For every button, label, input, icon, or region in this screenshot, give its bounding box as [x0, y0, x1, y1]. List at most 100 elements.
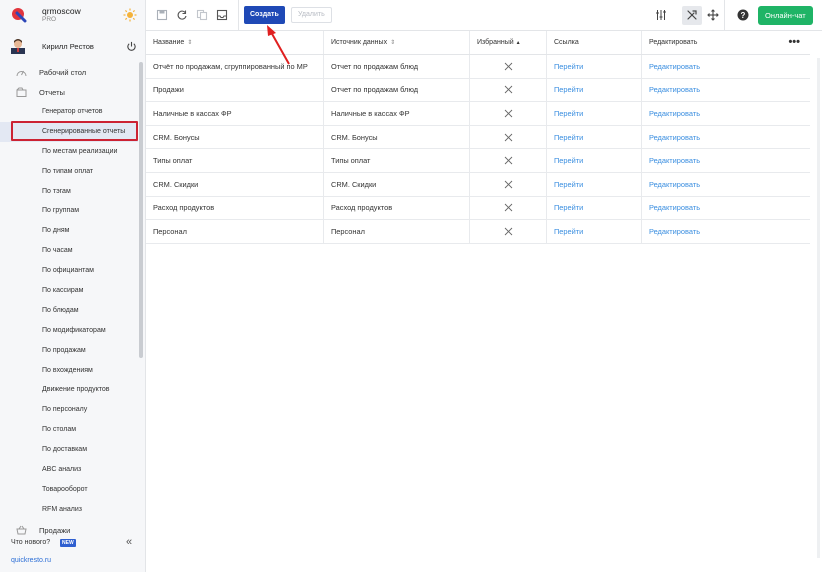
brand-plan: PRO — [42, 16, 57, 23]
submenu-item-by-hours[interactable]: По часам — [0, 241, 138, 261]
not-favorite-x-icon[interactable] — [504, 133, 513, 142]
submenu-item-by-waiters[interactable]: По официантам — [0, 261, 138, 281]
submenu-item-by-entries[interactable]: По вхождениям — [0, 361, 138, 381]
create-button[interactable]: Создать — [244, 6, 285, 24]
svg-text:?: ? — [741, 11, 746, 20]
cell-link: Перейти — [547, 78, 642, 102]
nav-item-label: Отчеты — [39, 88, 65, 97]
submenu-item-by-staff[interactable]: По персоналу — [0, 400, 138, 420]
cell-link: Перейти — [547, 125, 642, 149]
edit-report-link[interactable]: Редактировать — [649, 156, 700, 165]
submenu-item-by-groups[interactable]: По группам — [0, 201, 138, 221]
cell-name: Наличные в кассах ФР — [146, 102, 324, 125]
content-scrollbar[interactable] — [817, 58, 820, 558]
sidebar-footer: Что нового? NEW « quickresto.ru — [0, 536, 146, 572]
submenu-item-rfm-analysis[interactable]: RFM анализ — [0, 500, 138, 520]
open-report-link[interactable]: Перейти — [554, 227, 583, 236]
not-favorite-x-icon[interactable] — [504, 227, 513, 236]
cell-name: Продажи — [146, 78, 324, 102]
reports-icon — [16, 87, 27, 97]
submenu-item-by-days[interactable]: По дням — [0, 221, 138, 241]
table-row[interactable]: Расход продуктов Расход продуктов Перейти Р… — [146, 196, 810, 221]
reports-submenu: Генератор отчетов Сгенерированные отчеты… — [0, 102, 138, 520]
not-favorite-x-icon[interactable] — [504, 156, 513, 165]
submenu-item-by-sales-points[interactable]: По местам реализации — [0, 142, 138, 162]
submenu-item-product-movement[interactable]: Движение продуктов — [0, 380, 138, 400]
cell-name: CRM. Скидки — [146, 172, 324, 196]
edit-report-link[interactable]: Редактировать — [649, 133, 700, 142]
table-row[interactable]: CRM. Бонусы CRM. Бонусы Перейти Редактирова… — [146, 125, 810, 150]
refresh-icon[interactable] — [176, 9, 188, 21]
table-row[interactable]: CRM. Скидки CRM. Скидки Перейти Редактирова… — [146, 172, 810, 197]
submenu-item-by-tables[interactable]: По столам — [0, 420, 138, 440]
submenu-item-generated-reports[interactable]: Сгенерированные отчеты — [0, 121, 138, 142]
not-favorite-x-icon[interactable] — [504, 85, 513, 94]
help-icon[interactable]: ? — [737, 9, 749, 21]
edit-report-link[interactable]: Редактировать — [649, 180, 700, 189]
submenu-item-by-cashiers[interactable]: По кассирам — [0, 281, 138, 301]
user-profile[interactable]: Кирилл Рестов — [0, 36, 146, 58]
not-favorite-x-icon[interactable] — [504, 62, 513, 71]
whats-new-link[interactable]: Что нового? — [11, 539, 50, 546]
submenu-item-by-tags[interactable]: По тэгам — [0, 182, 138, 202]
submenu-item-abc-analysis[interactable]: ABC анализ — [0, 460, 138, 480]
open-report-link[interactable]: Перейти — [554, 203, 583, 212]
open-report-link[interactable]: Перейти — [554, 156, 583, 165]
tools-icon[interactable] — [686, 9, 698, 21]
move-icon[interactable] — [707, 9, 719, 21]
submenu-item-by-sales[interactable]: По продажам — [0, 341, 138, 361]
submenu-item-by-dishes[interactable]: По блюдам — [0, 301, 138, 321]
cell-source: Отчет по продажам блюд — [324, 55, 470, 78]
edit-report-link[interactable]: Редактировать — [649, 85, 700, 94]
column-header-favorite[interactable]: Избранный ▴ — [470, 31, 547, 54]
table-row[interactable]: Отчёт по продажам, сгруппированный по МР… — [146, 55, 810, 79]
cell-edit: Редактировать — [642, 197, 810, 220]
open-report-link[interactable]: Перейти — [554, 62, 583, 71]
not-favorite-x-icon[interactable] — [504, 180, 513, 189]
dashboard-icon — [16, 70, 27, 77]
submenu-item-report-generator[interactable]: Генератор отчетов — [0, 102, 138, 122]
cell-favorite — [470, 102, 547, 125]
cell-favorite — [470, 220, 547, 243]
basket-icon — [16, 525, 27, 535]
cell-favorite — [470, 149, 547, 172]
open-report-link[interactable]: Перейти — [554, 109, 583, 118]
edit-report-link[interactable]: Редактировать — [649, 203, 700, 212]
cell-source: Персонал — [324, 220, 470, 243]
table-row[interactable]: Типы оплат Типы оплат Перейти Редактировать — [146, 149, 810, 173]
not-favorite-x-icon[interactable] — [504, 109, 513, 118]
open-report-link[interactable]: Перейти — [554, 133, 583, 142]
open-report-link[interactable]: Перейти — [554, 180, 583, 189]
cell-link: Перейти — [547, 55, 642, 78]
save-icon[interactable] — [156, 9, 168, 21]
sidebar-scrollbar[interactable] — [139, 62, 143, 358]
submenu-item-by-payment-types[interactable]: По типам оплат — [0, 162, 138, 182]
open-report-link[interactable]: Перейти — [554, 85, 583, 94]
cell-name: Типы оплат — [146, 149, 324, 172]
logout-power-icon[interactable] — [126, 41, 137, 52]
theme-sun-icon[interactable] — [123, 8, 137, 22]
table-row[interactable]: Персонал Персонал Перейти Редактировать — [146, 220, 810, 244]
edit-report-link[interactable]: Редактировать — [649, 227, 700, 236]
table-row[interactable]: Продажи Отчет по продажам блюд Перейти Реда… — [146, 78, 810, 103]
not-favorite-x-icon[interactable] — [504, 203, 513, 212]
delete-button[interactable]: Удалить — [291, 7, 332, 23]
column-header-name[interactable]: Название ⇕ — [146, 31, 324, 54]
site-link[interactable]: quickresto.ru — [11, 557, 51, 564]
submenu-item-turnover[interactable]: Товарооборот — [0, 480, 138, 500]
archive-icon[interactable] — [216, 9, 228, 21]
cell-name: Персонал — [146, 220, 324, 243]
table-row[interactable]: Наличные в кассах ФР Наличные в кассах ФР… — [146, 102, 810, 126]
edit-report-link[interactable]: Редактировать — [649, 62, 700, 71]
more-options-icon[interactable]: ••• — [788, 36, 800, 48]
submenu-item-by-modifiers[interactable]: По модификаторам — [0, 321, 138, 341]
copy-icon[interactable] — [196, 9, 208, 21]
cell-name: CRM. Бонусы — [146, 125, 324, 149]
edit-report-link[interactable]: Редактировать — [649, 109, 700, 118]
column-header-source[interactable]: Источник данных ⇕ — [324, 31, 470, 54]
sliders-icon[interactable] — [655, 9, 667, 21]
collapse-sidebar-icon[interactable]: « — [126, 536, 132, 548]
brand-header[interactable]: qrmoscow PRO — [0, 0, 146, 30]
online-chat-button[interactable]: Онлайн-чат — [758, 6, 813, 25]
submenu-item-by-deliveries[interactable]: По доставкам — [0, 440, 138, 460]
